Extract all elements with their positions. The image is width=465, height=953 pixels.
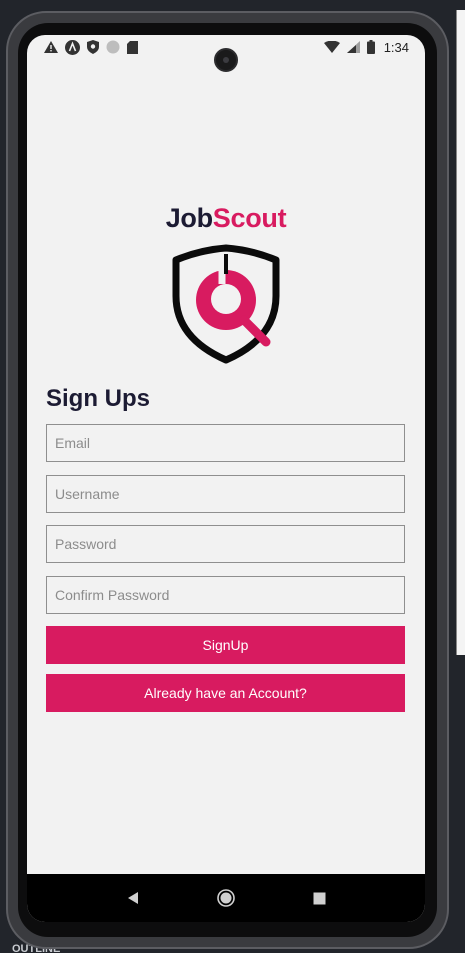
confirm-password-field[interactable] (46, 576, 405, 614)
signup-button[interactable]: SignUp (46, 626, 405, 664)
sd-card-icon (127, 40, 138, 54)
username-field[interactable] (46, 475, 405, 513)
already-have-account-button[interactable]: Already have an Account? (46, 674, 405, 712)
brand-part-scout: Scout (212, 203, 287, 233)
cell-signal-icon (346, 41, 360, 53)
front-camera (214, 48, 238, 72)
status-system: 1:34 (323, 39, 409, 55)
recents-icon[interactable] (313, 892, 326, 905)
password-field[interactable] (46, 525, 405, 563)
brand-part-job: Job (165, 203, 213, 233)
shield-icon (87, 40, 99, 54)
back-icon[interactable] (126, 891, 140, 905)
background-editor-panel (456, 10, 465, 655)
jobscout-logo-icon (172, 244, 280, 364)
battery-icon (366, 40, 375, 54)
react-native-icon (65, 39, 80, 55)
warning-icon (44, 41, 58, 53)
android-nav-bar (27, 874, 425, 922)
wifi-icon (323, 41, 340, 53)
circle-icon (106, 40, 120, 54)
app-brand-title: JobScout (27, 203, 425, 234)
app-screen: 1:34 JobScout Sign Ups SignUp Already ha… (27, 35, 425, 922)
page-title: Sign Ups (46, 385, 151, 412)
status-notifications (44, 39, 138, 55)
email-field[interactable] (46, 424, 405, 462)
status-clock: 1:34 (383, 39, 409, 55)
home-icon[interactable] (217, 889, 236, 907)
